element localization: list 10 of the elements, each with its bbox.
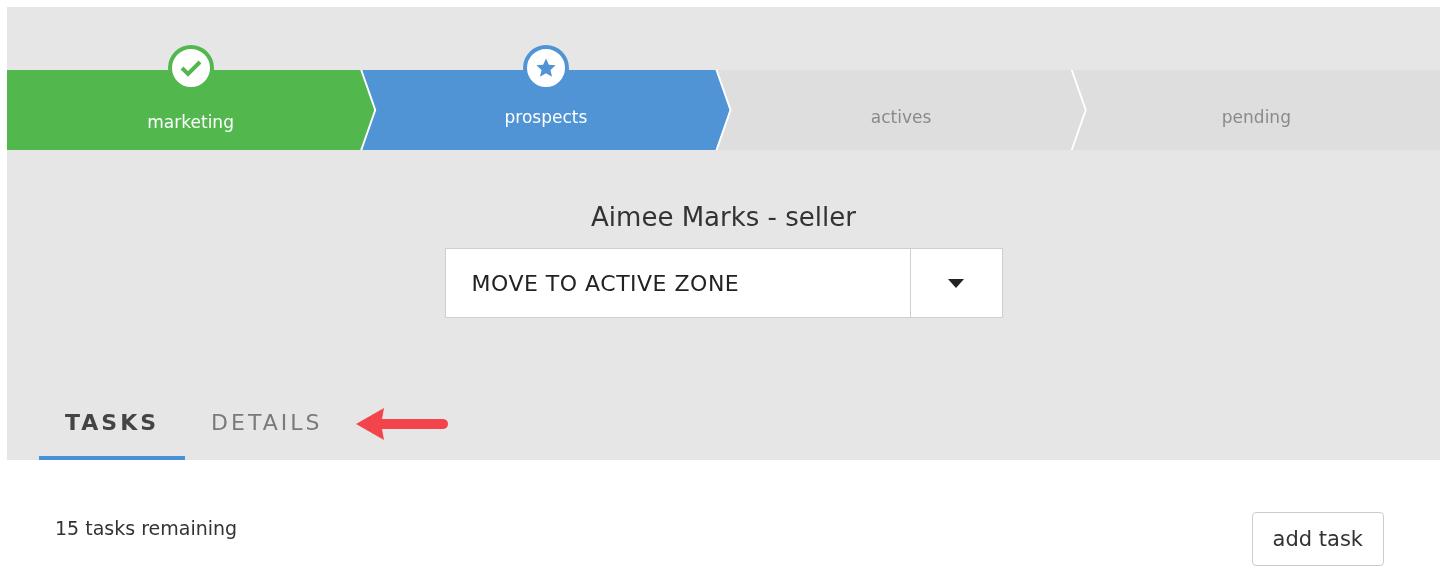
stage-label: actives bbox=[870, 107, 932, 127]
contact-title: Aimee Marks - seller bbox=[591, 202, 856, 232]
add-task-button[interactable]: add task bbox=[1251, 512, 1384, 566]
stage-label: pending bbox=[1221, 107, 1291, 127]
stage-step[interactable] bbox=[7, 70, 375, 150]
caret-icon bbox=[948, 278, 964, 288]
tab[interactable]: TASKS bbox=[39, 388, 186, 460]
stage-label: prospects bbox=[504, 107, 588, 127]
tasks-remaining: 15 tasks remaining bbox=[55, 517, 238, 539]
stage-label: marketing bbox=[147, 112, 234, 132]
